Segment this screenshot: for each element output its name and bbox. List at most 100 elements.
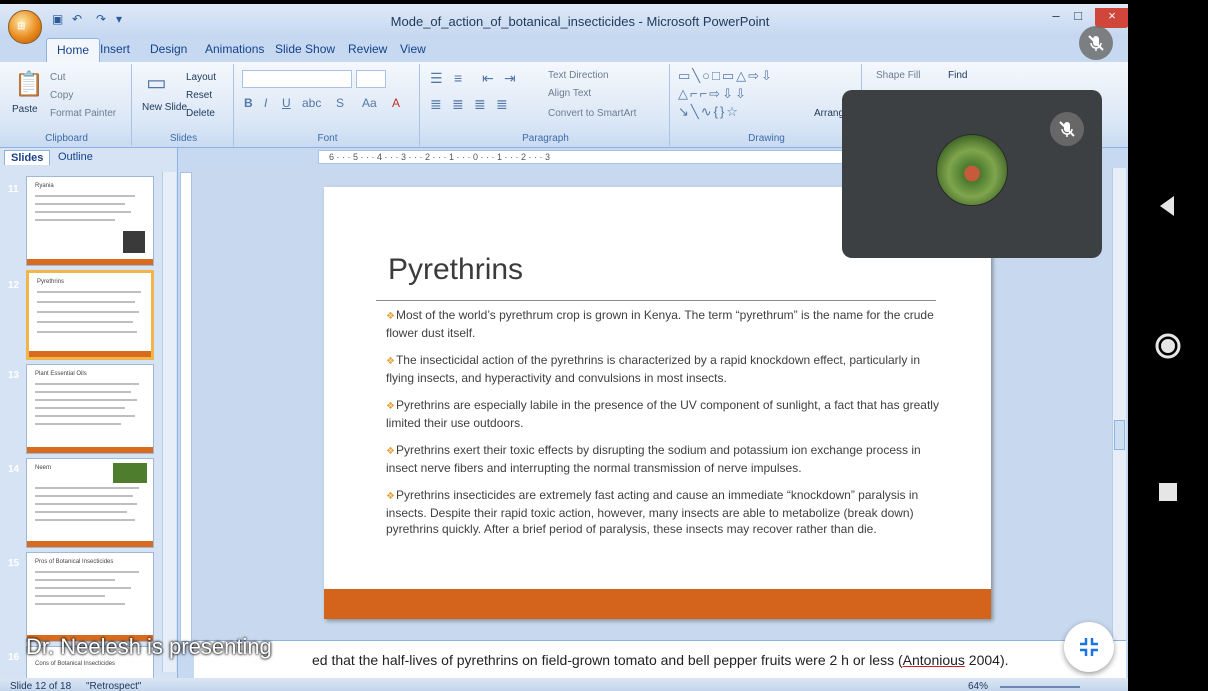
- tab-slide-show[interactable]: Slide Show: [275, 42, 335, 56]
- bullet-diamond-icon: ❖: [386, 401, 395, 412]
- redo-icon[interactable]: ↷: [96, 12, 110, 26]
- tab-review[interactable]: Review: [348, 42, 387, 56]
- layout-button[interactable]: Layout: [186, 72, 216, 83]
- new-slide-icon[interactable]: ▭: [146, 70, 167, 96]
- save-icon[interactable]: ▣: [52, 12, 66, 26]
- slide-scrollbar[interactable]: [1112, 168, 1126, 640]
- zoom-slider[interactable]: [1000, 686, 1080, 688]
- back-icon[interactable]: [1152, 190, 1184, 222]
- thumb-text-line: [35, 511, 127, 513]
- thumb-text-line: [35, 587, 131, 589]
- format-painter-button[interactable]: Format Painter: [50, 108, 116, 119]
- maximize-button[interactable]: □: [1068, 8, 1088, 28]
- office-button[interactable]: ⊞: [8, 10, 42, 44]
- thumb-number: 13: [8, 370, 20, 381]
- align-text-button[interactable]: Align Text: [548, 88, 591, 99]
- slide-title[interactable]: Pyrethrins: [388, 253, 523, 287]
- thumb-accent-bar: [29, 351, 151, 357]
- mic-muted-badge[interactable]: [1079, 26, 1113, 60]
- notes-pane[interactable]: ed that the half-lives of pyrethrins on …: [194, 640, 1126, 678]
- tab-outline[interactable]: Outline: [52, 150, 99, 164]
- new-slide-button[interactable]: New Slide: [142, 102, 187, 113]
- paste-icon[interactable]: 📋: [14, 70, 44, 99]
- thumb-accent-bar: [27, 259, 153, 265]
- align-left-icon[interactable]: ≣: [430, 96, 442, 113]
- bullet-diamond-icon: ❖: [386, 311, 395, 322]
- slide-thumbnail[interactable]: Neem: [26, 458, 154, 548]
- thumb-text-line: [35, 195, 135, 197]
- numbering-icon[interactable]: ≡: [454, 70, 462, 86]
- increase-indent-icon[interactable]: ⇥: [504, 70, 516, 87]
- shapes-gallery-icon[interactable]: ▭╲○□▭△⇨⇩: [678, 68, 774, 84]
- collapse-icon: [1080, 638, 1098, 656]
- slide-thumbnail[interactable]: Ryania: [26, 176, 154, 266]
- find-button[interactable]: Find: [948, 70, 967, 81]
- minimize-button[interactable]: –: [1046, 8, 1066, 28]
- vertical-ruler: [180, 172, 192, 642]
- tab-slides[interactable]: Slides: [4, 150, 51, 165]
- thumb-text-line: [35, 391, 131, 393]
- tab-insert[interactable]: Insert: [100, 42, 130, 56]
- font-size-field[interactable]: [356, 70, 386, 88]
- copy-button[interactable]: Copy: [50, 90, 73, 101]
- tab-view[interactable]: View: [400, 42, 426, 56]
- thumb-text-line: [35, 603, 125, 605]
- bold-icon[interactable]: B: [244, 96, 253, 110]
- paste-button[interactable]: Paste: [12, 104, 38, 115]
- bullet-diamond-icon: ❖: [386, 491, 395, 502]
- zoom-level[interactable]: 64%: [968, 681, 988, 691]
- thumb-text-line: [37, 301, 135, 303]
- drawing-group: ▭╲○□▭△⇨⇩ △⌐⌐⇨⇩⇩ ↘╲∿{}☆ Arrange Drawing: [672, 64, 862, 146]
- text-direction-button[interactable]: Text Direction: [548, 70, 609, 81]
- thumb-text-line: [35, 211, 131, 213]
- font-case-icon[interactable]: Aa: [362, 96, 377, 110]
- shadow-icon[interactable]: S: [336, 96, 344, 110]
- thumb-accent-bar: [27, 541, 153, 547]
- qat-dropdown-icon[interactable]: ▾: [116, 12, 130, 26]
- participant-video-tile[interactable]: [842, 90, 1102, 258]
- align-right-icon[interactable]: ≣: [474, 96, 486, 113]
- bullets-icon[interactable]: ☰: [430, 70, 443, 87]
- tab-home[interactable]: Home: [46, 38, 101, 62]
- recents-icon[interactable]: [1152, 476, 1184, 508]
- delete-button[interactable]: Delete: [186, 108, 215, 119]
- italic-icon[interactable]: I: [264, 96, 267, 110]
- bullet-item: ❖Pyrethrins are especially labile in the…: [386, 397, 946, 431]
- font-color-icon[interactable]: A: [392, 96, 400, 110]
- convert-smartart-button[interactable]: Convert to SmartArt: [548, 108, 636, 119]
- office-logo-icon: ⊞: [17, 21, 26, 32]
- home-icon[interactable]: [1152, 330, 1184, 362]
- slide-thumbnail[interactable]: Pros of Botanical Insecticides: [26, 552, 154, 642]
- tab-animations[interactable]: Animations: [205, 42, 264, 56]
- slide-thumbnail[interactable]: Plant Essential Oils: [26, 364, 154, 454]
- bullet-diamond-icon: ❖: [386, 446, 395, 457]
- tile-mic-muted-badge: [1050, 112, 1084, 146]
- bullet-item: ❖Pyrethrins exert their toxic effects by…: [386, 442, 946, 476]
- thumb-title: Cons of Botanical Insecticides: [35, 661, 116, 667]
- shape-fill-button[interactable]: Shape Fill: [876, 70, 920, 81]
- ribbon-tabs: Home Insert Design Animations Slide Show…: [0, 38, 1128, 62]
- decrease-indent-icon[interactable]: ⇤: [482, 70, 494, 87]
- exit-fullscreen-button[interactable]: [1064, 622, 1114, 672]
- close-button[interactable]: ×: [1095, 8, 1128, 28]
- slide-counter: Slide 12 of 18: [10, 681, 72, 691]
- reset-button[interactable]: Reset: [186, 90, 212, 101]
- paragraph-label: Paragraph: [522, 133, 569, 144]
- shapes-gallery-row2-icon[interactable]: △⌐⌐⇨⇩⇩: [678, 86, 748, 102]
- scrollbar-thumb[interactable]: [1114, 420, 1125, 450]
- slide-thumbnail-selected[interactable]: Pyrethrins: [26, 270, 154, 360]
- underline-icon[interactable]: U: [282, 96, 291, 110]
- tab-design[interactable]: Design: [150, 42, 187, 56]
- undo-icon[interactable]: ↶: [72, 12, 86, 26]
- slides-pane-scrollbar[interactable]: [162, 172, 176, 672]
- bullet-item: ❖Most of the world’s pyrethrum crop is g…: [386, 307, 946, 341]
- strikethrough-icon[interactable]: abc: [302, 96, 321, 110]
- cut-button[interactable]: Cut: [50, 72, 66, 83]
- justify-icon[interactable]: ≣: [496, 96, 508, 113]
- align-center-icon[interactable]: ≣: [452, 96, 464, 113]
- slide-body[interactable]: ❖Most of the world’s pyrethrum crop is g…: [386, 307, 946, 548]
- slides-label: Slides: [169, 133, 198, 144]
- font-name-field[interactable]: [242, 70, 352, 88]
- bullet-item: ❖Pyrethrins insecticides are extremely f…: [386, 487, 946, 537]
- shapes-gallery-row3-icon[interactable]: ↘╲∿{}☆: [678, 104, 740, 120]
